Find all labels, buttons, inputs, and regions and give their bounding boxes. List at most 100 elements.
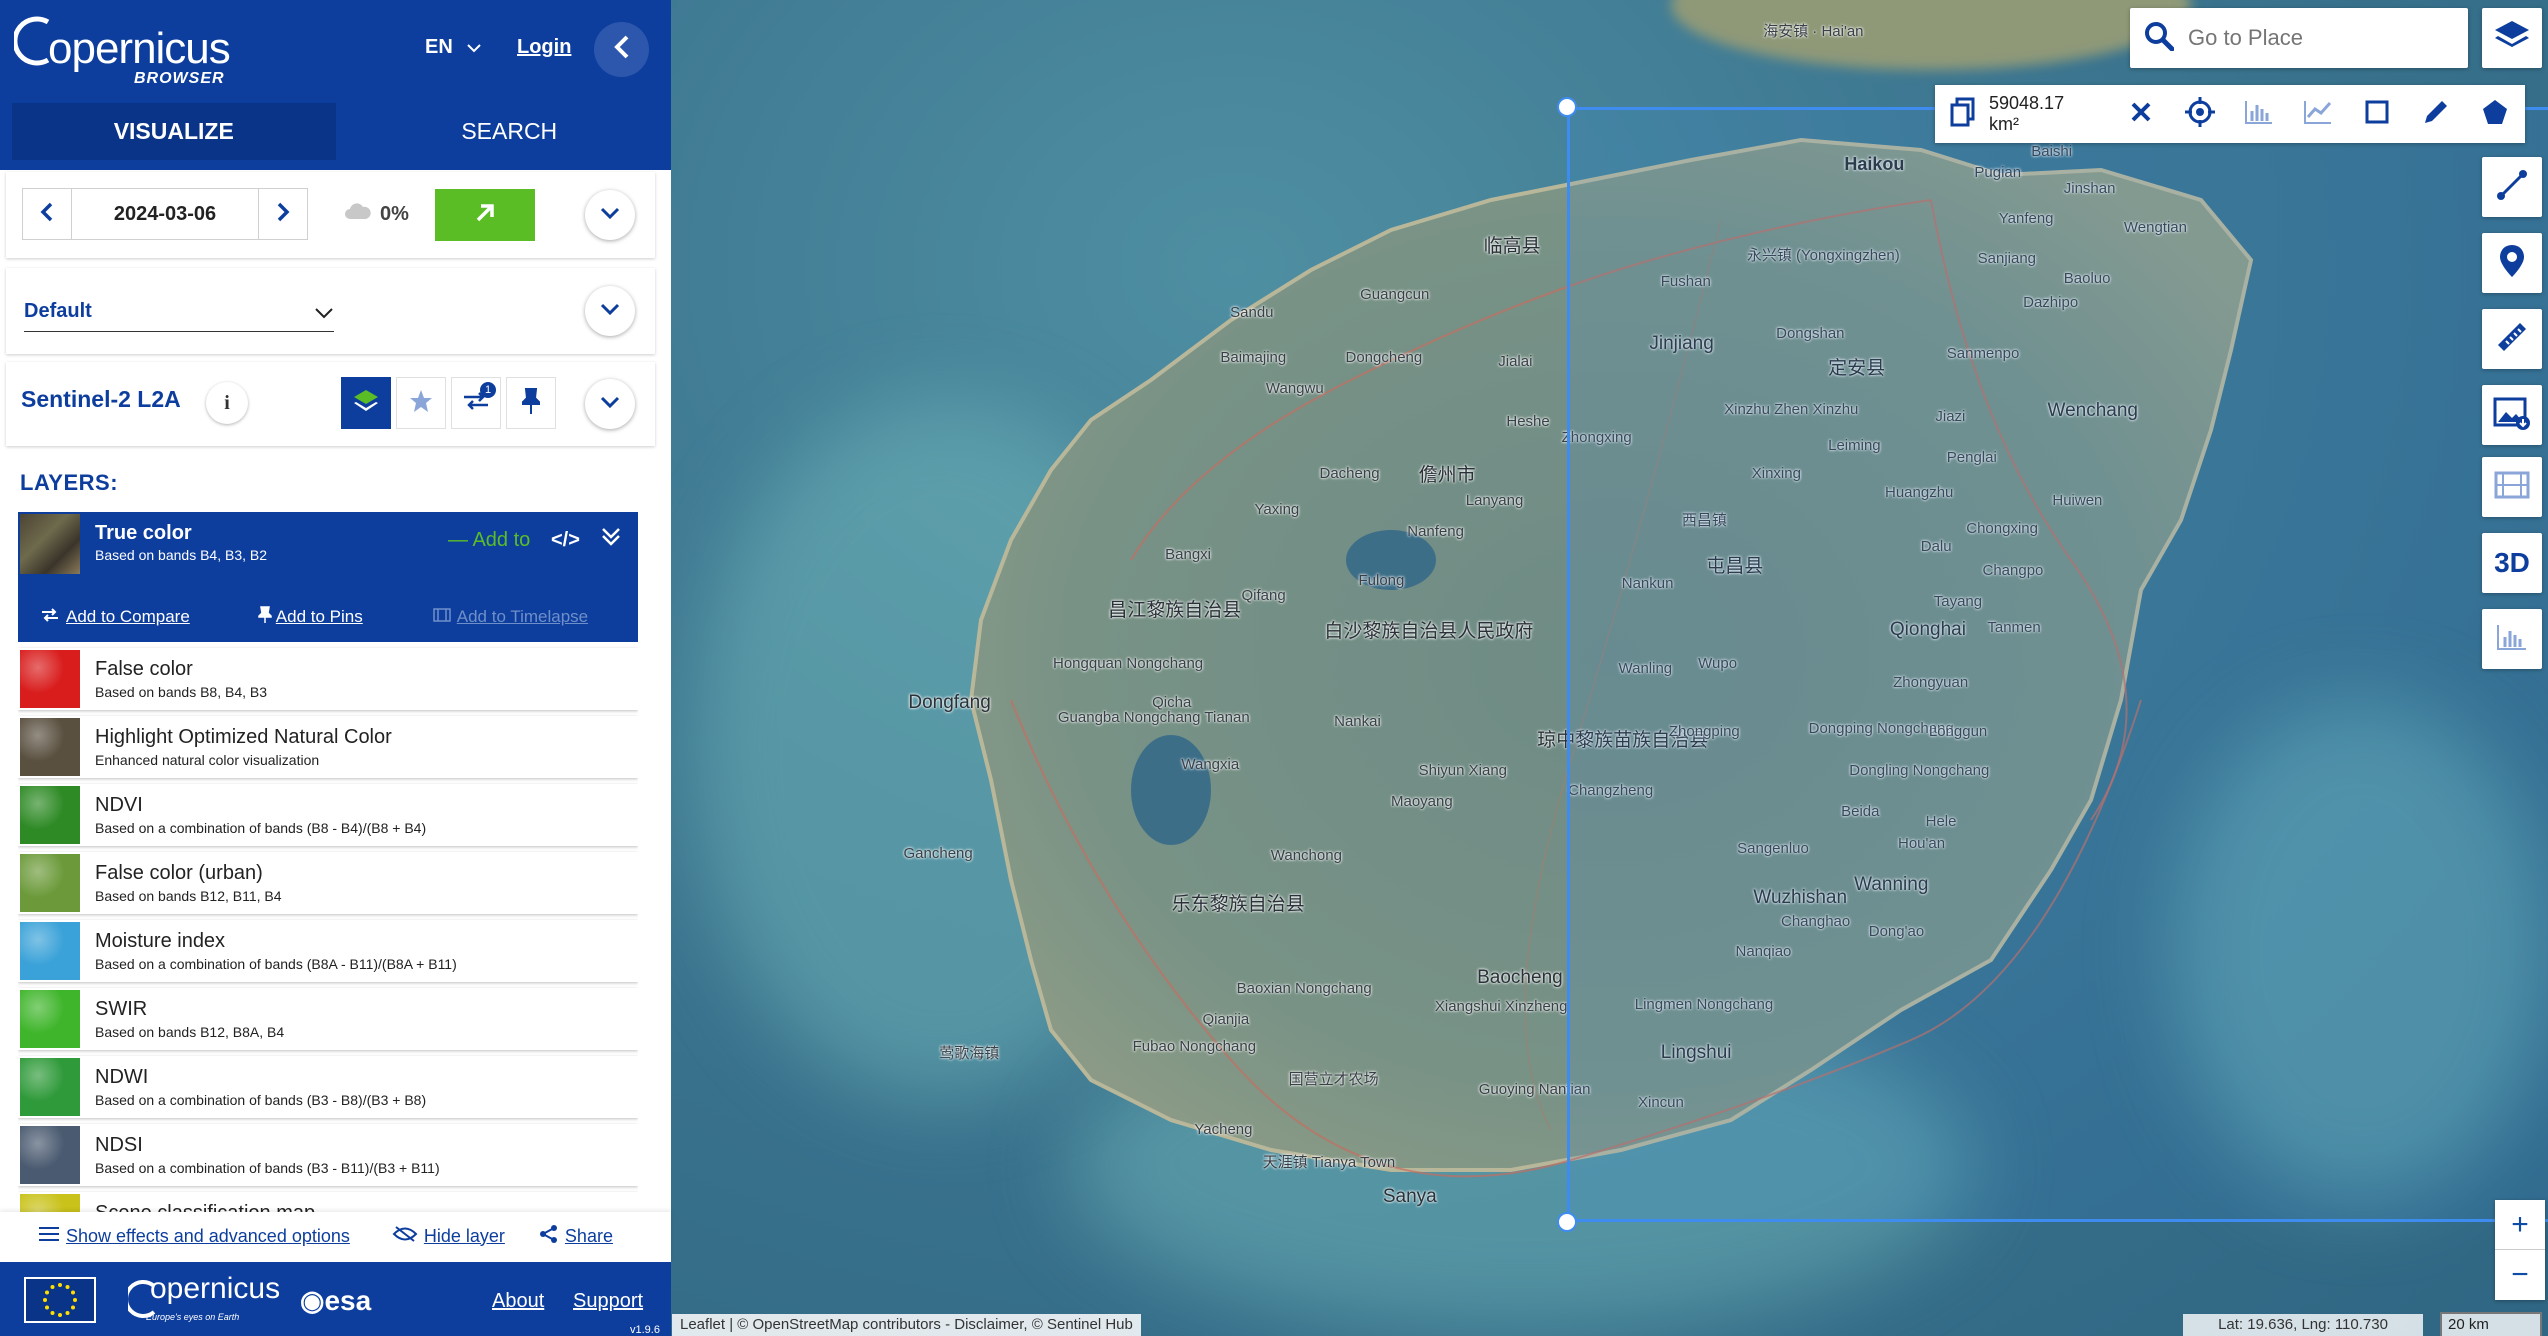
layer-item[interactable]: False color Based on bands B8, B4, B3 (18, 648, 638, 710)
layer-item[interactable]: NDVI Based on a combination of bands (B8 … (18, 784, 638, 846)
layer-thumbnail (20, 650, 80, 708)
place-label: Baoxian Nongchang (1236, 979, 1372, 997)
layers-icon (2492, 16, 2532, 61)
logo-wordmark: opernicus (48, 24, 231, 73)
dataset-info-button[interactable]: i (206, 382, 248, 424)
next-date-button[interactable] (258, 188, 308, 240)
chevron-down-icon (600, 395, 620, 413)
timelapse-button[interactable] (2482, 457, 2542, 517)
footer: opernicus Europe's eyes on Earth ◉esa Ab… (0, 1262, 671, 1336)
about-link[interactable]: About (492, 1290, 544, 1313)
date-picker[interactable]: 2024-03-06 (72, 188, 258, 240)
hide-layer-link[interactable]: Hide layer (424, 1226, 505, 1247)
compare-button[interactable]: 1 (451, 377, 501, 429)
place-label: Fubao Nongchang (1132, 1038, 1257, 1056)
search-input[interactable] (2188, 25, 2448, 51)
expand-theme-button[interactable] (585, 286, 635, 336)
map-view[interactable]: 海安镇 · Hai'an Haikou Pugian Baishi Jinshan Yan… (671, 0, 2548, 1336)
place-label: Lanyang (1465, 492, 1524, 510)
layer-thumbnail (20, 1058, 80, 1116)
center-aoi-button[interactable] (2170, 85, 2229, 143)
compare-count-badge: 1 (480, 382, 496, 398)
aoi-handle-top-left[interactable] (1557, 97, 1577, 117)
histogram-button[interactable] (2230, 85, 2289, 143)
3d-view-button[interactable]: 3D (2482, 533, 2542, 593)
layer-actions: Add to Compare Add to Pins Add to Timela… (18, 592, 638, 642)
area-of-interest-rectangle[interactable] (1567, 107, 2548, 1222)
layers-list: True color Based on bands B4, B3, B2 — A… (18, 512, 638, 1212)
clear-aoi-button[interactable] (2111, 85, 2170, 143)
zoom-in-button[interactable]: + (2495, 1200, 2545, 1250)
place-label: Hongquan Nongchang (1053, 654, 1204, 672)
layer-item[interactable]: Highlight Optimized Natural Color Enhance… (18, 716, 638, 778)
layer-item[interactable]: Moisture index Based on a combination of … (18, 920, 638, 982)
place-label: Baimajing (1220, 349, 1287, 367)
point-of-interest-button[interactable] (2482, 233, 2542, 293)
language-selector[interactable]: EN (425, 36, 482, 59)
theme-select[interactable]: Default (24, 292, 334, 332)
go-to-product-button[interactable] (435, 189, 535, 241)
copernicus-logo[interactable]: opernicus (150, 1272, 280, 1306)
login-link[interactable]: Login (517, 36, 571, 59)
expand-dataset-button[interactable] (585, 379, 635, 429)
statistics-button[interactable] (2289, 85, 2348, 143)
favorites-button[interactable] (396, 377, 446, 429)
layer-title: NDSI (95, 1134, 143, 1156)
layer-item[interactable]: SWIR Based on bands B12, B8A, B4 (18, 988, 638, 1050)
search-box[interactable] (2130, 8, 2468, 68)
aoi-handle-bottom-left[interactable] (1557, 1212, 1577, 1232)
place-label: Yacheng (1194, 1121, 1253, 1139)
show-effects-link[interactable]: Show effects and advanced options (66, 1226, 350, 1247)
code-icon[interactable]: </> (551, 529, 580, 552)
share-link[interactable]: Share (565, 1226, 613, 1247)
edit-aoi-button[interactable] (2407, 85, 2466, 143)
pencil-icon (2421, 97, 2451, 132)
expand-date-options-button[interactable] (585, 190, 635, 240)
tab-visualize[interactable]: VISUALIZE (12, 103, 336, 160)
support-link[interactable]: Support (573, 1290, 643, 1313)
place-label: Wangxia (1181, 755, 1240, 773)
place-label: Xiangshui Xinzheng (1434, 997, 1568, 1015)
tab-search[interactable]: SEARCH (348, 103, 672, 160)
dataset-name: Sentinel-2 L2A (21, 386, 181, 412)
add-to-pins-link[interactable]: Add to Pins (276, 607, 363, 627)
place-label: Dacheng (1319, 464, 1380, 482)
layer-item[interactable]: NDSI Based on a combination of bands (B3 … (18, 1124, 638, 1186)
collapse-sidebar-button[interactable] (594, 22, 649, 77)
layer-item[interactable]: NDWI Based on a combination of bands (B3 … (18, 1056, 638, 1118)
layer-thumbnail (20, 990, 80, 1048)
bar-chart-icon (2496, 623, 2528, 656)
add-to-compare-link[interactable]: Add to Compare (66, 607, 190, 627)
draw-rectangle-button[interactable] (2348, 85, 2407, 143)
layers-tab-button[interactable] (341, 377, 391, 429)
pins-button[interactable] (506, 377, 556, 429)
cloud-coverage[interactable]: 0% (344, 202, 409, 226)
esa-logo[interactable]: ◉esa (300, 1284, 371, 1317)
layer-description: Based on a combination of bands (B8 - B4… (95, 820, 427, 836)
chevrons-down-icon[interactable] (598, 524, 624, 555)
place-label: Heshe (1506, 412, 1550, 430)
copy-icon[interactable] (1949, 97, 1977, 132)
measure-line-button[interactable] (2482, 157, 2542, 217)
image-download-button[interactable] (2482, 385, 2542, 445)
eu-flag-logo[interactable] (24, 1277, 96, 1323)
sliders-icon (38, 1225, 60, 1248)
layers-button[interactable] (2482, 8, 2542, 68)
share-icon (539, 1224, 559, 1249)
add-to-button[interactable]: — Add to (448, 529, 530, 552)
layer-item-true-color[interactable]: True color Based on bands B4, B3, B2 — A… (18, 512, 638, 642)
previous-date-button[interactable] (22, 188, 72, 240)
measure-distance-button[interactable] (2482, 309, 2542, 369)
draw-polygon-button[interactable] (2466, 85, 2525, 143)
layer-item[interactable]: False color (urban) Based on bands B12, B… (18, 852, 638, 914)
layer-description: Based on bands B12, B8A, B4 (95, 1024, 285, 1040)
place-label: 莺歌海镇 (939, 1044, 1000, 1062)
zoom-out-button[interactable]: − (2495, 1250, 2545, 1300)
map-attribution[interactable]: Leaflet | © OpenStreetMap contributors -… (672, 1314, 1141, 1336)
add-to-timelapse-link: Add to Timelapse (456, 607, 589, 626)
layer-item[interactable]: Scene classification map (18, 1192, 638, 1212)
layer-title: NDWI (95, 1066, 149, 1088)
feature-info-chart-button[interactable] (2482, 609, 2542, 669)
place-label: 乐东黎族自治县 (1171, 893, 1305, 915)
sidebar: opernicus BROWSER EN Login VISUALIZE SEA… (0, 0, 671, 1336)
